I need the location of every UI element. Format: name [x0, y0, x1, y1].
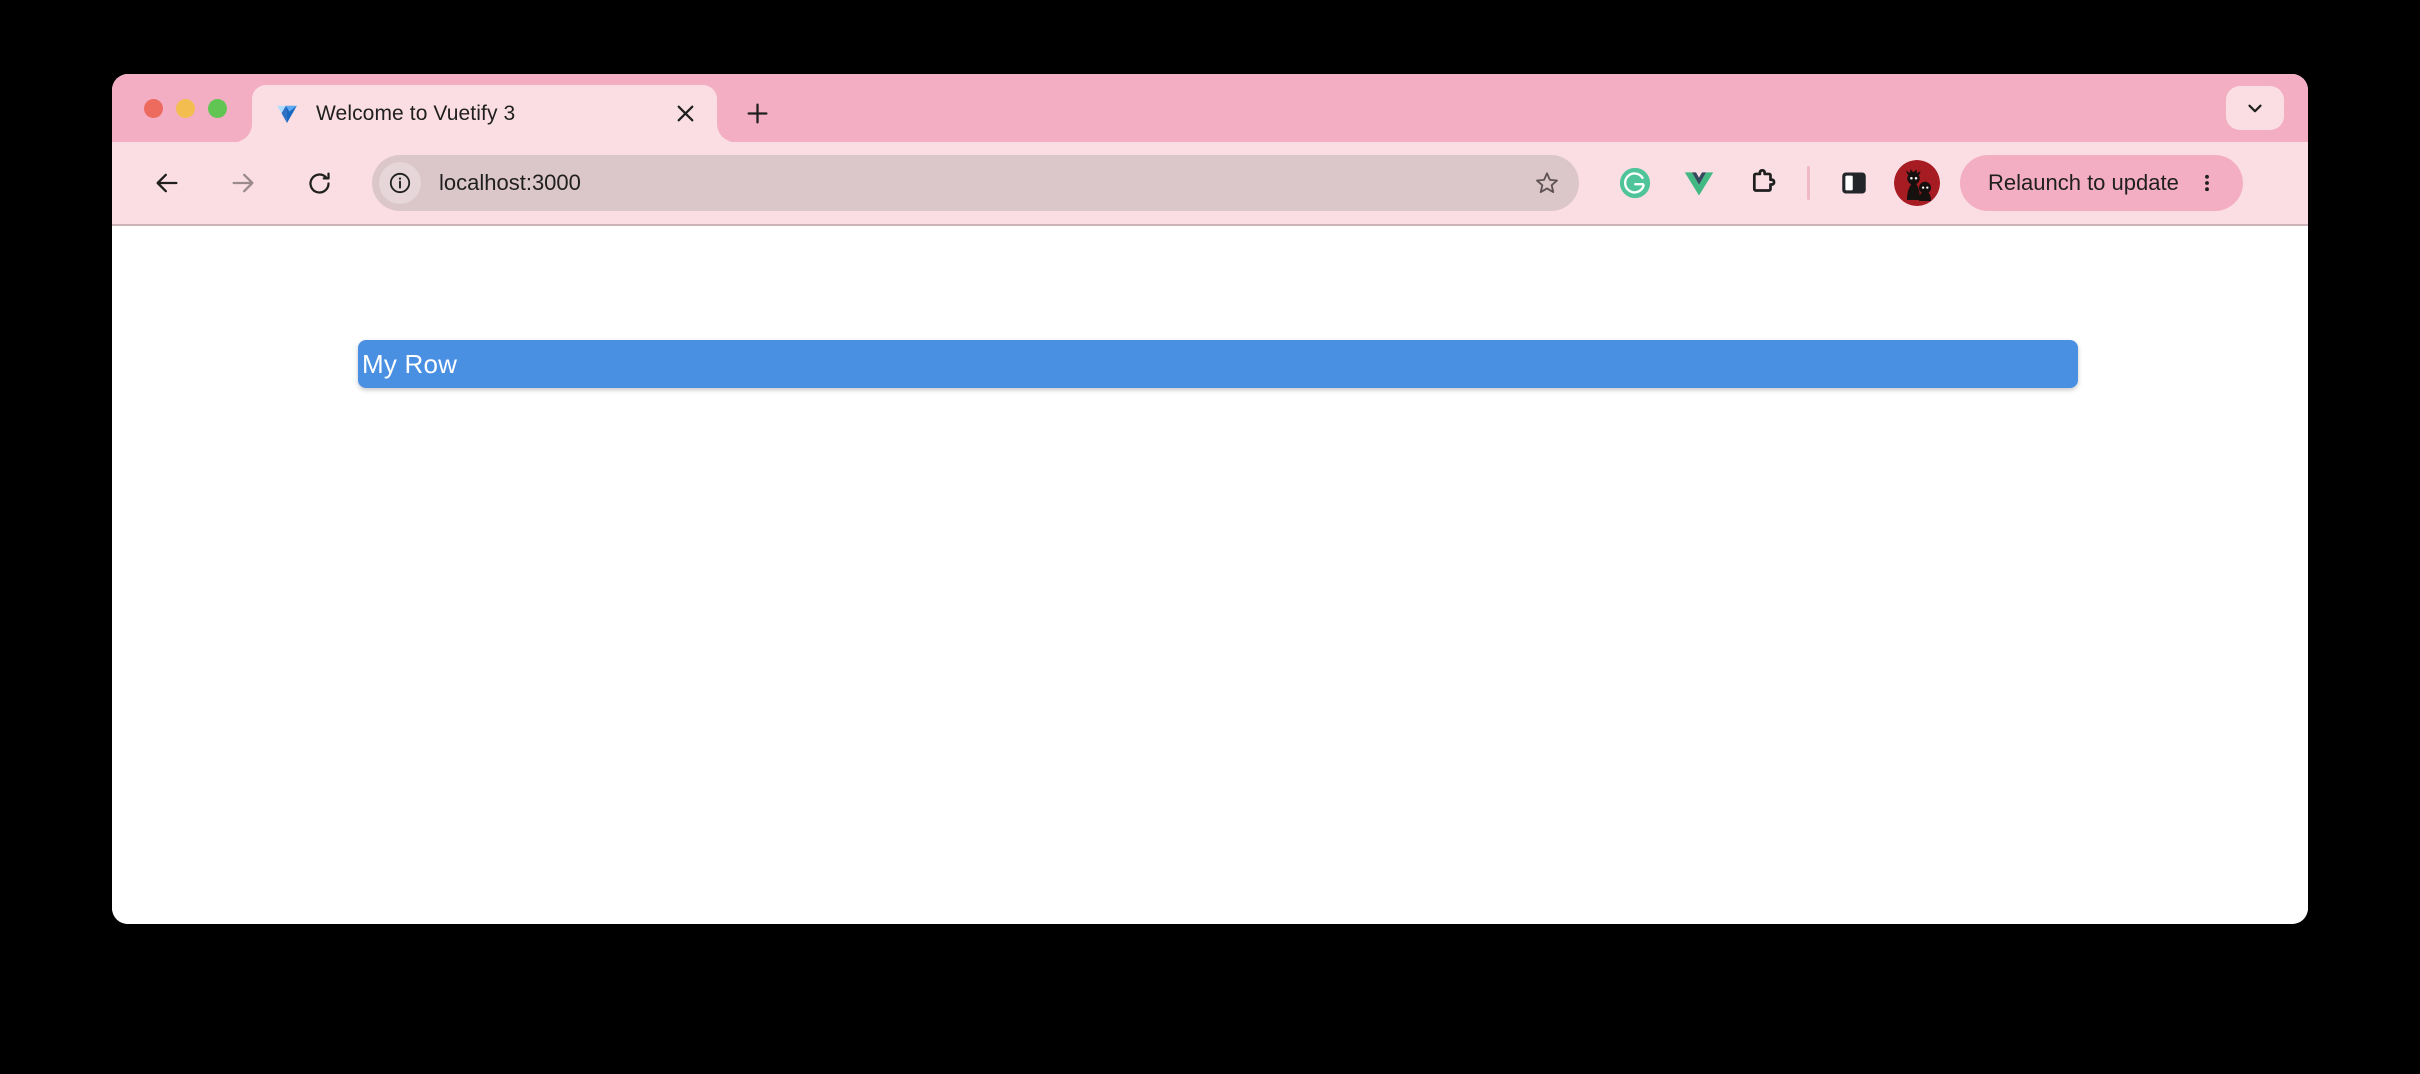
vuetify-logo-icon	[277, 105, 297, 123]
arrow-left-icon[interactable]	[140, 156, 194, 210]
url-text[interactable]: localhost:3000	[439, 170, 1525, 196]
star-outline-icon[interactable]	[1525, 161, 1569, 205]
my-row-container: My Row	[358, 340, 2078, 388]
window-maximize-button[interactable]	[208, 98, 227, 118]
close-icon[interactable]	[667, 96, 703, 132]
reload-icon[interactable]	[292, 156, 346, 210]
update-button-label: Relaunch to update	[1988, 170, 2179, 195]
window-close-button[interactable]	[144, 98, 163, 118]
window-controls	[112, 74, 227, 142]
window-minimize-button[interactable]	[176, 98, 195, 118]
kebab-menu-icon[interactable]	[2185, 161, 2229, 205]
tab-title: Welcome to Vuetify 3	[316, 101, 516, 125]
arrow-right-icon	[216, 156, 270, 210]
browser-toolbar: localhost:3000 Relaunch to update	[112, 142, 2308, 226]
grammarly-icon[interactable]	[1609, 157, 1661, 209]
tab-corner-left	[234, 124, 252, 142]
side-panel-icon[interactable]	[1828, 157, 1880, 209]
tab-strip: Welcome to Vuetify 3	[112, 74, 2308, 142]
tab-welcome-to-vuetify-3[interactable]: Welcome to Vuetify 3	[234, 85, 735, 142]
vue-devtools-icon[interactable]	[1673, 157, 1725, 209]
info-circle-icon[interactable]	[379, 162, 421, 204]
browser-window: Welcome to Vuetify 3 localhost:3000 Rela…	[112, 74, 2308, 924]
tab-corner-right	[717, 124, 735, 142]
chevron-down-icon[interactable]	[2226, 86, 2284, 130]
relaunch-to-update-button[interactable]: Relaunch to update	[1960, 155, 2243, 211]
page-viewport: My Row	[112, 226, 2308, 924]
toolbar-divider	[1807, 166, 1810, 200]
my-row-label: My Row	[362, 349, 458, 379]
profile-avatar[interactable]	[1894, 160, 1940, 206]
address-bar[interactable]: localhost:3000	[372, 155, 1579, 211]
plus-icon[interactable]	[735, 91, 779, 135]
extensions-puzzle-icon[interactable]	[1737, 157, 1789, 209]
